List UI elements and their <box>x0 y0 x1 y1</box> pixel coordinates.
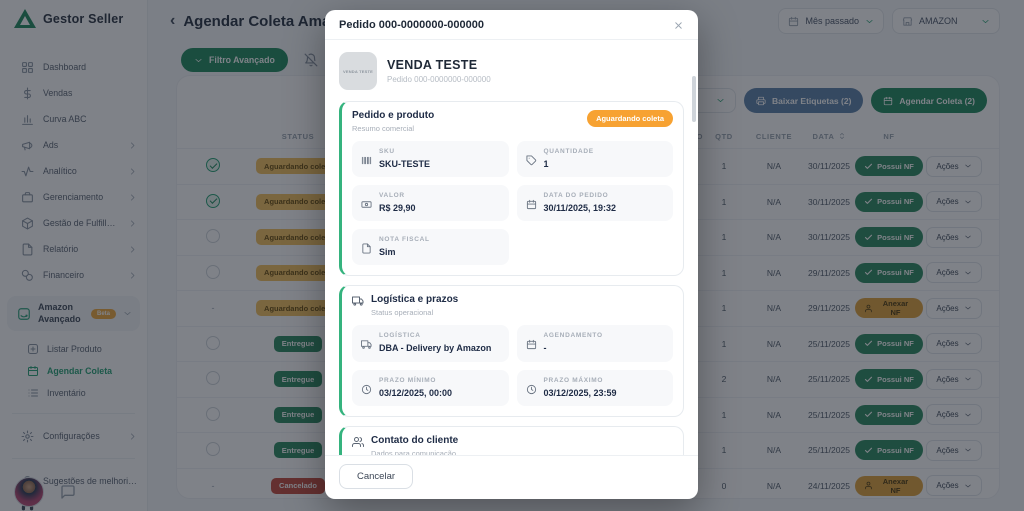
field-value: SKU-TESTE <box>379 158 430 170</box>
detail-field: PRAZO MÁXIMO 03/12/2025, 23:59 <box>517 370 674 406</box>
field-value: - <box>544 342 603 354</box>
file-icon <box>361 243 372 254</box>
section-subtitle: Status operacional <box>371 308 673 317</box>
detail-field: LOGÍSTICA DBA - Delivery by Amazon <box>352 325 509 361</box>
field-label: VALOR <box>379 192 416 199</box>
calendar-icon <box>526 339 537 350</box>
field-value: DBA - Delivery by Amazon <box>379 342 491 354</box>
clock-icon <box>526 384 537 395</box>
section-pedido-produto: Pedido e produto Resumo comercial Aguard… <box>339 101 684 276</box>
field-value: 1 <box>544 158 594 170</box>
product-thumbnail: VENDA TESTE <box>339 52 377 90</box>
section-title: Pedido e produto <box>352 110 580 121</box>
field-label: QUANTIDADE <box>544 148 594 155</box>
section-title: Logística e prazos <box>371 294 673 305</box>
field-label: NOTA FISCAL <box>379 236 430 243</box>
modal-header: Pedido 000-0000000-000000 <box>325 10 698 40</box>
product-order-number: Pedido 000-0000000-000000 <box>387 75 491 84</box>
product-name: VENDA TESTE <box>387 58 491 72</box>
detail-field: PRAZO MÍNIMO 03/12/2025, 00:00 <box>352 370 509 406</box>
field-value: Sim <box>379 246 430 258</box>
modal-title: Pedido 000-0000000-000000 <box>339 19 484 31</box>
tag-icon <box>526 155 537 166</box>
section-subtitle: Resumo comercial <box>352 124 580 133</box>
field-value: 30/11/2025, 19:32 <box>544 202 617 214</box>
field-label: LOGÍSTICA <box>379 332 491 339</box>
section-title: Contato do cliente <box>371 435 673 446</box>
detail-field: QUANTIDADE 1 <box>517 141 674 177</box>
section-subtitle: Dados para comunicação <box>371 449 673 455</box>
order-detail-modal: Pedido 000-0000000-000000 VENDA TESTE VE… <box>325 10 698 499</box>
detail-field: DATA DO PEDIDO 30/11/2025, 19:32 <box>517 185 674 221</box>
modal-footer: Cancelar <box>325 455 698 499</box>
detail-field: NOTA FISCAL Sim <box>352 229 509 265</box>
calendar-icon <box>526 199 537 210</box>
users-icon <box>352 436 364 448</box>
field-label: PRAZO MÍNIMO <box>379 377 452 384</box>
field-value: 03/12/2025, 23:59 <box>544 387 617 399</box>
field-label: DATA DO PEDIDO <box>544 192 617 199</box>
field-value: R$ 29,90 <box>379 202 416 214</box>
fields-grid: SKU SKU-TESTE QUANTIDADE 1 VALOR R$ 29,9… <box>352 141 673 265</box>
truck-icon <box>361 339 372 350</box>
field-label: PRAZO MÁXIMO <box>544 377 617 384</box>
clock-icon <box>361 384 372 395</box>
close-icon[interactable] <box>673 20 684 31</box>
barcode-icon <box>361 155 372 166</box>
product-summary: VENDA TESTE VENDA TESTE Pedido 000-00000… <box>339 52 684 90</box>
field-label: SKU <box>379 148 430 155</box>
truck-icon <box>352 295 364 307</box>
detail-field: AGENDAMENTO - <box>517 325 674 361</box>
section-contato: Contato do cliente Dados para comunicaçã… <box>339 426 684 455</box>
section-logistica: Logística e prazos Status operacional LO… <box>339 285 684 416</box>
status-badge: Aguardando coleta <box>587 110 673 127</box>
field-value: 03/12/2025, 00:00 <box>379 387 452 399</box>
banknote-icon <box>361 199 372 210</box>
cancel-button[interactable]: Cancelar <box>339 464 413 489</box>
app-window: Gestor Seller Dashboard Vendas Curva ABC… <box>0 0 1024 511</box>
modal-body: VENDA TESTE VENDA TESTE Pedido 000-00000… <box>325 40 698 455</box>
detail-field: SKU SKU-TESTE <box>352 141 509 177</box>
field-label: AGENDAMENTO <box>544 332 603 339</box>
detail-field: VALOR R$ 29,90 <box>352 185 509 221</box>
scrollbar-thumb[interactable] <box>692 76 696 122</box>
fields-grid: LOGÍSTICA DBA - Delivery by Amazon AGEND… <box>352 325 673 405</box>
